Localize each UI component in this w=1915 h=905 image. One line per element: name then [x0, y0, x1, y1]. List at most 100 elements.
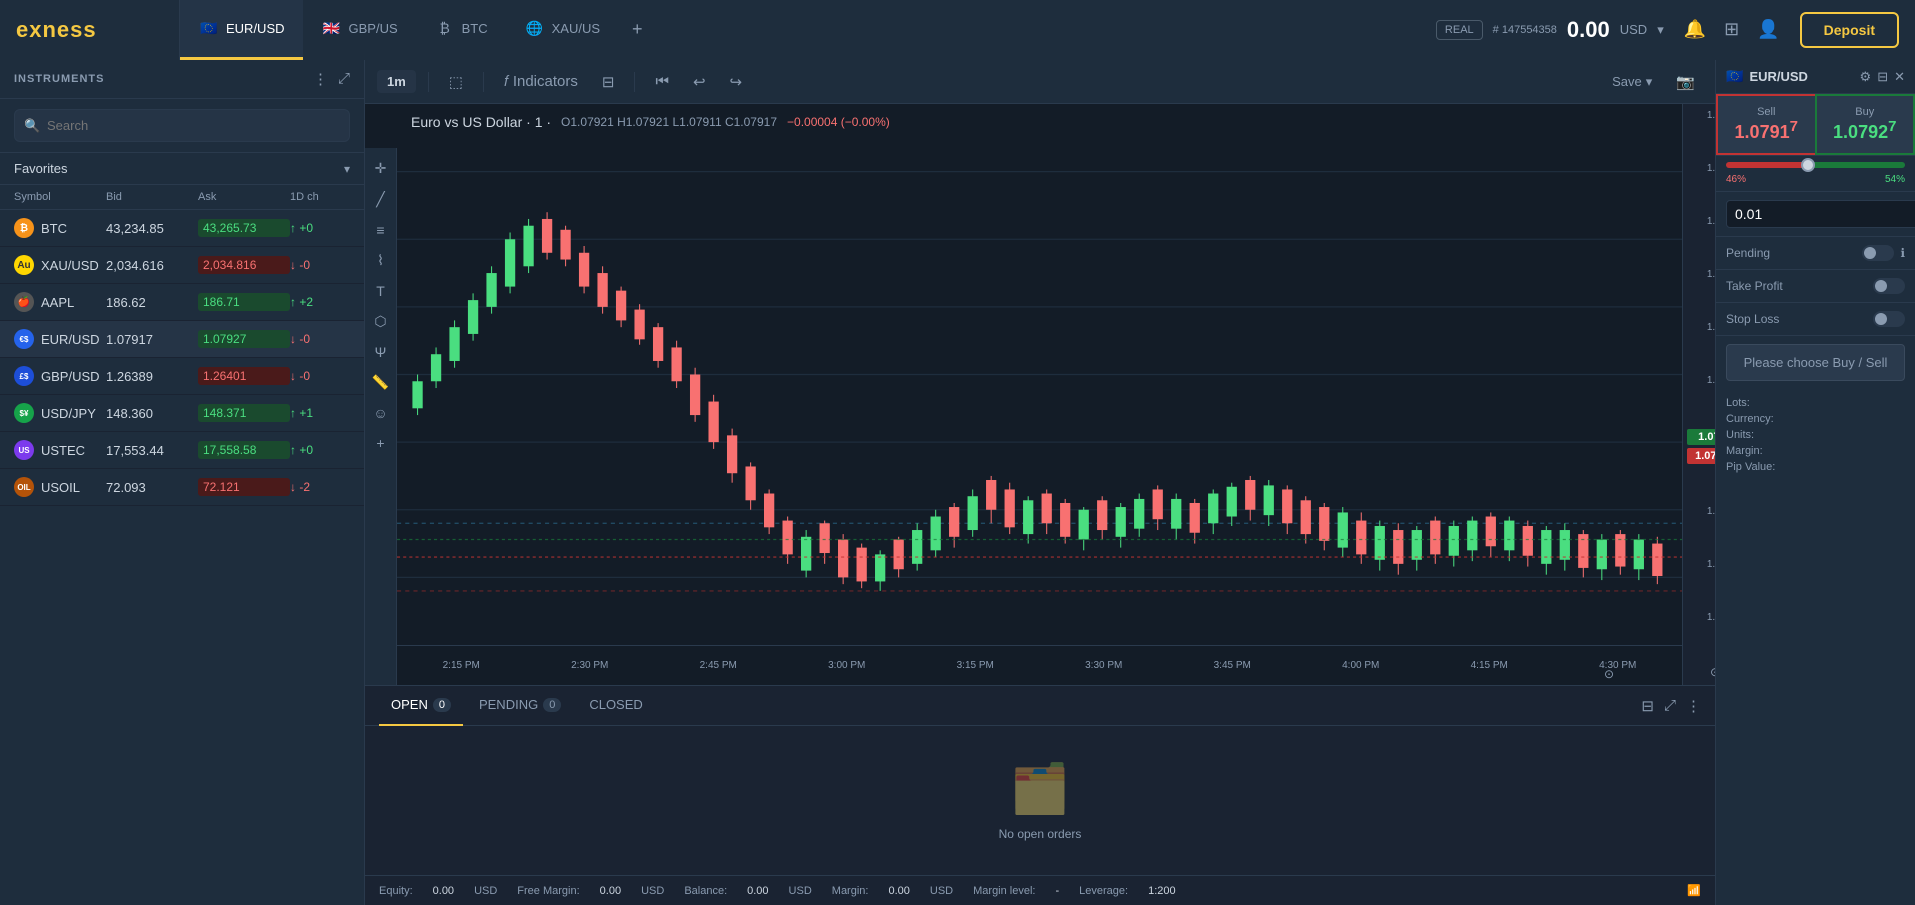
instruments-header: Symbol Bid Ask 1D ch: [0, 185, 364, 210]
user-icon[interactable]: 👤: [1757, 19, 1779, 40]
time-400: 4:00 PM: [1342, 660, 1379, 671]
inst-label-gbpusd: GBP/USD: [41, 369, 100, 384]
lots-label: Lots:: [1726, 397, 1750, 409]
horizontal-line-tool[interactable]: ≡: [372, 218, 388, 242]
buy-price-main: 1.0792: [1833, 122, 1888, 142]
inst-change-aapl: ↑ +2: [290, 295, 350, 309]
price-label-6: 1.07950: [1687, 375, 1715, 386]
inst-name-usdjpy: $¥ USD/JPY: [14, 403, 106, 423]
bottom-panel-icon-2[interactable]: ⤢: [1664, 697, 1676, 715]
deposit-button[interactable]: Deposit: [1800, 12, 1899, 48]
indicators-button[interactable]: 𝑓 Indicators: [496, 69, 586, 94]
account-info: REAL # 147554358 0.00 USD ▾ 🔔 ⊞ 👤 Deposi…: [1420, 12, 1915, 48]
tab-xauusd[interactable]: 🌐XAU/US: [506, 0, 618, 60]
bottom-panel-icon-3[interactable]: ⋮: [1686, 697, 1701, 715]
instrument-row-xauusd[interactable]: Au XAU/USD 2,034.616 2,034.816 ↓ -0: [0, 247, 364, 284]
emoji-tool[interactable]: ☺: [369, 401, 391, 425]
grid-icon[interactable]: ⊞: [1724, 19, 1739, 40]
tab-flag-btc: ₿: [434, 17, 456, 39]
instrument-row-ustec[interactable]: US USTEC 17,553.44 17,558.58 ↑ +0: [0, 432, 364, 469]
sidebar-settings-icon[interactable]: ⋮: [313, 70, 328, 88]
pending-info-icon[interactable]: ℹ: [1900, 246, 1905, 260]
favorites-bar[interactable]: Favorites ▾: [0, 153, 364, 185]
bottom-panel: OPEN 0 PENDING 0 CLOSED ⊟ ⤢ ⋮: [365, 685, 1715, 905]
search-input[interactable]: [14, 109, 350, 142]
buy-button[interactable]: Buy 1.07927: [1815, 94, 1915, 155]
favorites-chevron-icon: ▾: [344, 162, 350, 176]
instrument-row-eurusd[interactable]: €$ EUR/USD 1.07917 1.07927 ↓ -0: [0, 321, 364, 358]
measure-tool[interactable]: 📏: [368, 370, 393, 395]
stop-loss-toggle[interactable]: [1873, 311, 1905, 327]
inst-ask-eurusd: 1.07927: [198, 330, 290, 348]
price-scale-settings[interactable]: ⊙: [1687, 665, 1715, 679]
lot-section: ▲ ▼ lots units ℹ: [1716, 192, 1915, 237]
instrument-row-gbpusd[interactable]: £$ GBP/USD 1.26389 1.26401 ↓ -0: [0, 358, 364, 395]
margin-currency: USD: [930, 885, 953, 897]
inst-name-gbpusd: £$ GBP/USD: [14, 366, 106, 386]
alarm-icon[interactable]: 🔔: [1684, 19, 1706, 40]
tab-btc[interactable]: ₿BTC: [416, 0, 506, 60]
instrument-row-usoil[interactable]: OIL USOIL 72.093 72.121 ↓ -2: [0, 469, 364, 506]
trend-line-tool[interactable]: ╱: [372, 187, 388, 212]
sidebar-expand-icon[interactable]: ⤢: [338, 70, 350, 88]
toolbar-sep-3: [634, 72, 635, 92]
shape-tool[interactable]: ⬡: [370, 309, 390, 334]
redo-button[interactable]: ↪: [722, 69, 751, 95]
timeframe-1m-button[interactable]: 1m: [377, 70, 416, 93]
tabs-container: 🇪🇺EUR/USD🇬🇧GBP/US₿BTC🌐XAU/US: [180, 0, 618, 60]
instrument-row-aapl[interactable]: 🍎 AAPL 186.62 186.71 ↑ +2: [0, 284, 364, 321]
instrument-row-usdjpy[interactable]: $¥ USD/JPY 148.360 148.371 ↑ +1: [0, 395, 364, 432]
more-tools[interactable]: +: [372, 431, 388, 455]
place-order-button[interactable]: Please choose Buy / Sell: [1726, 344, 1905, 381]
inst-ask-aapl: 186.71: [198, 293, 290, 311]
crosshair-tool[interactable]: ✛: [371, 156, 391, 181]
order-details: Lots: Currency: Units: Margin: Pip Value…: [1716, 389, 1915, 481]
time-230: 2:30 PM: [571, 660, 608, 671]
rp-flag-icon: 🇪🇺: [1726, 68, 1743, 85]
sell-button[interactable]: Sell 1.07917: [1716, 94, 1815, 155]
inst-name-aapl: 🍎 AAPL: [14, 292, 106, 312]
balance-dropdown-icon[interactable]: ▾: [1657, 22, 1664, 38]
top-bar: exness 🇪🇺EUR/USD🇬🇧GBP/US₿BTC🌐XAU/US + RE…: [0, 0, 1915, 60]
tab-pending[interactable]: PENDING 0: [467, 686, 573, 726]
layout-button[interactable]: ⊟: [594, 69, 623, 95]
screenshot-button[interactable]: 📷: [1668, 69, 1703, 95]
rp-close-icon[interactable]: ✕: [1894, 69, 1905, 85]
margin-value: 0.00: [888, 885, 909, 897]
toolbar-sep-1: [428, 72, 429, 92]
bottom-panel-icon-1[interactable]: ⊟: [1641, 697, 1654, 715]
inst-ask-usoil: 72.121: [198, 478, 290, 496]
tab-open[interactable]: OPEN 0: [379, 686, 463, 726]
price-scale: 1.08200 1.08150 1.08100 1.08050 1.08000 …: [1682, 104, 1715, 685]
add-tab-button[interactable]: +: [618, 19, 657, 40]
save-button[interactable]: Save ▾: [1604, 70, 1660, 94]
inst-name-eurusd: €$ EUR/USD: [14, 329, 106, 349]
footer-bar: Equity: 0.00 USD Free Margin: 0.00 USD B…: [365, 875, 1715, 905]
buy-price-level: 1.0791: [1687, 429, 1715, 445]
instrument-row-btc[interactable]: ₿ BTC 43,234.85 43,265.73 ↑ +0: [0, 210, 364, 247]
fib-tool[interactable]: Ψ: [371, 340, 391, 364]
text-tool[interactable]: T: [372, 279, 389, 303]
tab-eurusd[interactable]: 🇪🇺EUR/USD: [180, 0, 303, 60]
inst-ask-xauusd: 2,034.816: [198, 256, 290, 274]
tab-gbpusd[interactable]: 🇬🇧GBP/US: [303, 0, 416, 60]
pending-toggle[interactable]: [1862, 245, 1894, 261]
take-profit-toggle[interactable]: [1873, 278, 1905, 294]
back-fast-button[interactable]: ⏮: [647, 69, 677, 94]
undo-button[interactable]: ↩: [685, 69, 714, 95]
equity-currency: USD: [474, 885, 497, 897]
account-type-badge: REAL: [1436, 20, 1483, 40]
inst-bid-eurusd: 1.07917: [106, 332, 198, 347]
balance-currency: USD: [789, 885, 812, 897]
bar-type-button[interactable]: ⬚: [441, 69, 471, 95]
inst-name-ustec: US USTEC: [14, 440, 106, 460]
time-axis-settings[interactable]: ⊙: [1604, 667, 1614, 681]
col-symbol: Symbol: [14, 191, 106, 203]
inst-icon-usoil: OIL: [14, 477, 34, 497]
rp-layout-icon[interactable]: ⊟: [1877, 69, 1888, 85]
regression-tool[interactable]: ⌇: [373, 248, 388, 273]
no-orders-icon: 🗂️: [1010, 760, 1070, 817]
tab-closed[interactable]: CLOSED: [577, 686, 654, 726]
lot-input[interactable]: [1726, 200, 1915, 228]
rp-settings-icon[interactable]: ⚙: [1860, 69, 1872, 85]
